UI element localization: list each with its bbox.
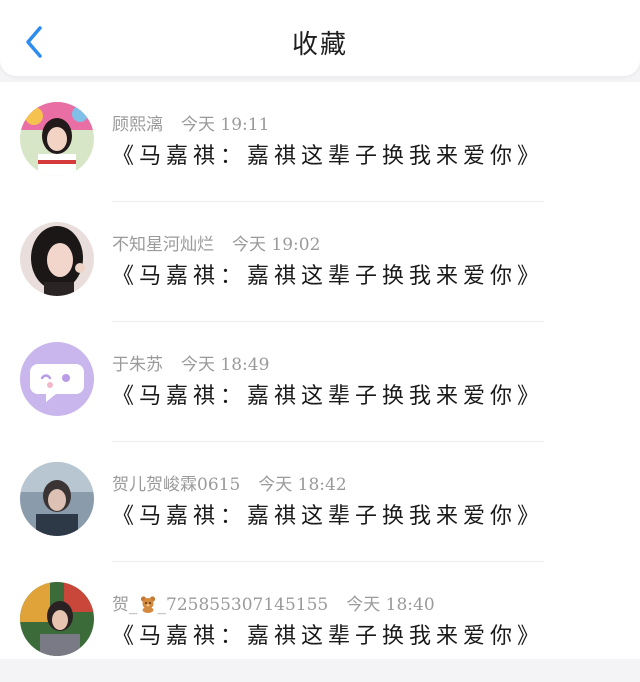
list-item[interactable]: 不知星河灿烂 今天 19:02 《马嘉祺：嘉祺这辈子换我来爱你》 — [0, 202, 640, 322]
item-meta: 不知星河灿烂 今天 19:02 — [112, 230, 320, 255]
favorites-list: 顾熙漓 今天 19:11 《马嘉祺：嘉祺这辈子换我来爱你》 不知星河灿烂 今天 19… — [0, 82, 640, 659]
author-name[interactable]: 贺儿贺峻霖0615 — [112, 475, 240, 495]
item-meta: 于朱苏 今天 18:49 — [112, 350, 269, 375]
list-item[interactable]: 贺_ _725855307145155 今天 18:40 《马嘉祺：嘉祺这辈子换我来… — [0, 562, 640, 682]
favorite-content: 《马嘉祺：嘉祺这辈子换我来爱你》 — [112, 384, 545, 409]
list-item[interactable]: 贺儿贺峻霖0615 今天 18:42 《马嘉祺：嘉祺这辈子换我来爱你》 — [0, 442, 640, 562]
avatar[interactable] — [20, 582, 94, 656]
bear-icon — [139, 595, 157, 618]
author-name[interactable]: 顾熙漓 — [112, 115, 163, 135]
avatar[interactable] — [20, 222, 94, 296]
timestamp: 今天 18:42 — [258, 475, 347, 495]
author-name[interactable]: 于朱苏 — [112, 355, 163, 375]
timestamp: 今天 18:40 — [346, 595, 435, 615]
timestamp: 今天 19:02 — [232, 235, 321, 255]
timestamp: 今天 18:49 — [181, 355, 270, 375]
timestamp: 今天 19:11 — [181, 115, 270, 135]
list-item[interactable]: 顾熙漓 今天 19:11 《马嘉祺：嘉祺这辈子换我来爱你》 — [0, 82, 640, 202]
item-meta: 贺_ _725855307145155 今天 18:40 — [112, 590, 435, 618]
item-meta: 贺儿贺峻霖0615 今天 18:42 — [112, 470, 347, 495]
list-item[interactable]: 于朱苏 今天 18:49 《马嘉祺：嘉祺这辈子换我来爱你》 — [0, 322, 640, 442]
avatar[interactable] — [20, 342, 94, 416]
favorite-content: 《马嘉祺：嘉祺这辈子换我来爱你》 — [112, 504, 545, 529]
favorite-content: 《马嘉祺：嘉祺这辈子换我来爱你》 — [112, 264, 545, 289]
favorite-content: 《马嘉祺：嘉祺这辈子换我来爱你》 — [112, 144, 545, 169]
author-name[interactable]: 贺_ _725855307145155 — [112, 595, 328, 615]
author-name[interactable]: 不知星河灿烂 — [112, 235, 214, 255]
top-navigation-bar: 收藏 — [0, 0, 640, 76]
item-meta: 顾熙漓 今天 19:11 — [112, 110, 269, 135]
page-title: 收藏 — [291, 30, 348, 60]
avatar[interactable] — [20, 462, 94, 536]
favorite-content: 《马嘉祺：嘉祺这辈子换我来爱你》 — [112, 624, 545, 649]
avatar[interactable] — [20, 102, 94, 176]
